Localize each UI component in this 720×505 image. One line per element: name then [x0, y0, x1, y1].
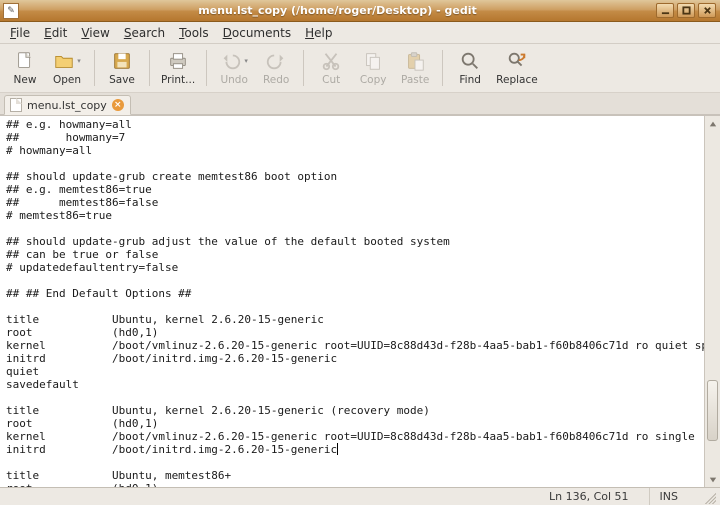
- menu-tools[interactable]: Tools: [173, 24, 215, 42]
- maximize-button[interactable]: [677, 3, 695, 18]
- undo-button[interactable]: ▾ Undo: [213, 46, 255, 90]
- menubar: File Edit View Search Tools Documents He…: [0, 22, 720, 44]
- app-icon: ✎: [3, 3, 19, 19]
- editor-area: ## e.g. howmany=all ## howmany=7 # howma…: [0, 115, 720, 487]
- paste-icon: [404, 50, 426, 72]
- print-icon: [167, 50, 189, 72]
- scroll-down-button[interactable]: [705, 472, 720, 487]
- document-tab-label: menu.lst_copy: [27, 99, 107, 112]
- undo-icon: [220, 50, 242, 72]
- toolbar-separator: [206, 50, 207, 86]
- menu-documents[interactable]: Documents: [217, 24, 297, 42]
- toolbar-separator: [149, 50, 150, 86]
- status-cursor-position: Ln 136, Col 51: [539, 488, 639, 505]
- window-title: menu.lst_copy (/home/roger/Desktop) - ge…: [19, 4, 656, 17]
- close-button[interactable]: [698, 3, 716, 18]
- copy-button[interactable]: Copy: [352, 46, 394, 90]
- replace-icon: [506, 50, 528, 72]
- print-button[interactable]: Print...: [156, 46, 200, 90]
- statusbar: Ln 136, Col 51 INS: [0, 487, 720, 505]
- document-tab[interactable]: menu.lst_copy ×: [4, 95, 131, 115]
- cut-icon: [320, 50, 342, 72]
- resize-grip-icon[interactable]: [702, 490, 716, 504]
- chevron-down-icon: ▾: [244, 57, 248, 65]
- status-insert-mode: INS: [649, 488, 688, 505]
- toolbar-separator: [303, 50, 304, 86]
- scroll-up-button[interactable]: [705, 116, 720, 131]
- window-titlebar: ✎ menu.lst_copy (/home/roger/Desktop) - …: [0, 0, 720, 22]
- menu-file[interactable]: File: [4, 24, 36, 42]
- window-controls: [656, 3, 716, 18]
- open-icon: [53, 50, 75, 72]
- new-file-icon: [14, 50, 36, 72]
- text-file-icon: [10, 98, 22, 112]
- menu-view[interactable]: View: [75, 24, 115, 42]
- menu-search[interactable]: Search: [118, 24, 171, 42]
- minimize-button[interactable]: [656, 3, 674, 18]
- minimize-icon: [661, 6, 670, 15]
- maximize-icon: [682, 6, 691, 15]
- text-editor[interactable]: ## e.g. howmany=all ## howmany=7 # howma…: [0, 116, 704, 487]
- find-button[interactable]: Find: [449, 46, 491, 90]
- scrollbar-track[interactable]: [705, 131, 720, 472]
- replace-button[interactable]: Replace: [491, 46, 543, 90]
- find-icon: [459, 50, 481, 72]
- paste-button[interactable]: Paste: [394, 46, 436, 90]
- chevron-down-icon: ▾: [77, 57, 81, 65]
- text-caret: [337, 443, 338, 455]
- menu-edit[interactable]: Edit: [38, 24, 73, 42]
- document-tabstrip: menu.lst_copy ×: [0, 93, 720, 115]
- redo-button[interactable]: Redo: [255, 46, 297, 90]
- tab-close-button[interactable]: ×: [112, 99, 124, 111]
- new-button[interactable]: New: [4, 46, 46, 90]
- toolbar-separator: [442, 50, 443, 86]
- redo-icon: [265, 50, 287, 72]
- menu-help[interactable]: Help: [299, 24, 338, 42]
- open-button[interactable]: ▾ Open: [46, 46, 88, 90]
- copy-icon: [362, 50, 384, 72]
- close-icon: [703, 6, 712, 15]
- scrollbar-thumb[interactable]: [707, 380, 718, 441]
- toolbar: New ▾ Open Save Print...: [0, 44, 720, 93]
- toolbar-separator: [94, 50, 95, 86]
- save-icon: [111, 50, 133, 72]
- vertical-scrollbar[interactable]: [704, 116, 720, 487]
- save-button[interactable]: Save: [101, 46, 143, 90]
- cut-button[interactable]: Cut: [310, 46, 352, 90]
